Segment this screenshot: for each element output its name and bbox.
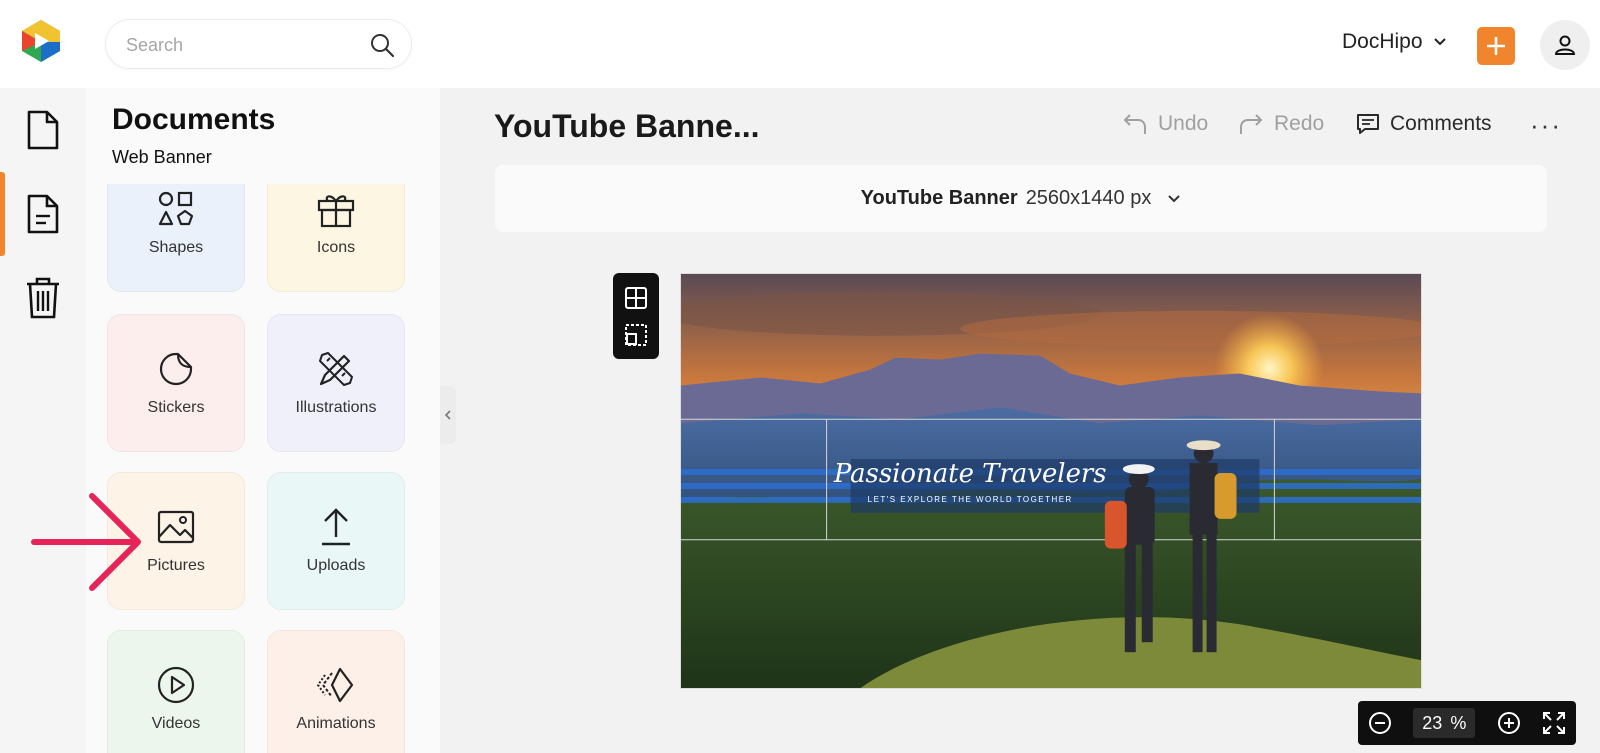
tile-label: Illustrations bbox=[295, 399, 377, 416]
zoom-controls: 23 % bbox=[1358, 701, 1576, 745]
zoom-out-icon[interactable] bbox=[1368, 711, 1392, 735]
tile-stickers[interactable]: Stickers bbox=[107, 314, 245, 452]
user-avatar[interactable] bbox=[1540, 20, 1590, 70]
annotation-arrow-icon bbox=[31, 493, 141, 591]
logo-icon bbox=[22, 20, 60, 62]
workspace-switcher[interactable]: DocHipo bbox=[1342, 30, 1447, 54]
redo-icon bbox=[1240, 114, 1263, 134]
plus-icon bbox=[1487, 37, 1505, 55]
banner-title[interactable]: Passionate Travelers bbox=[833, 459, 1107, 489]
pen-ruler-icon bbox=[319, 352, 353, 386]
panel-title: Documents bbox=[112, 103, 276, 136]
comments-button[interactable]: Comments bbox=[1356, 112, 1492, 136]
tile-label: Videos bbox=[151, 715, 201, 732]
file-text-icon bbox=[27, 194, 59, 234]
rail-item-trash[interactable] bbox=[0, 256, 86, 340]
document-icon bbox=[27, 110, 59, 150]
zoom-unit: % bbox=[1450, 712, 1467, 733]
chevron-down-icon bbox=[1168, 194, 1181, 202]
banner-artwork: Passionate Travelers LET'S EXPLORE THE W… bbox=[681, 274, 1421, 688]
tile-grid: Shapes Icons Stickers Illustrations Pict… bbox=[86, 184, 440, 753]
document-title[interactable]: YouTube Banne... bbox=[494, 108, 759, 145]
tile-label: Icons bbox=[316, 239, 356, 256]
fullscreen-icon[interactable] bbox=[1542, 711, 1566, 735]
zoom-in-icon[interactable] bbox=[1497, 711, 1521, 735]
zoom-level[interactable]: 23 % bbox=[1413, 708, 1476, 738]
editor-workspace: YouTube Banne... Undo Redo Comments ··· … bbox=[440, 88, 1600, 753]
rail-item-new-document[interactable] bbox=[0, 88, 86, 172]
tile-label: Uploads bbox=[306, 557, 366, 574]
redo-button[interactable]: Redo bbox=[1238, 112, 1324, 136]
search-box[interactable] bbox=[105, 19, 412, 69]
canvas-size-selector[interactable]: YouTube Banner 2560x1440 px bbox=[495, 165, 1547, 232]
undo-button[interactable]: Undo bbox=[1122, 112, 1208, 136]
zoom-value: 23 bbox=[1422, 712, 1443, 733]
tile-uploads[interactable]: Uploads bbox=[267, 472, 405, 610]
search-input[interactable] bbox=[126, 32, 356, 58]
comments-label: Comments bbox=[1390, 112, 1492, 135]
tile-animations[interactable]: Animations bbox=[267, 630, 405, 753]
tile-shapes[interactable]: Shapes bbox=[107, 184, 245, 292]
rail-item-documents[interactable] bbox=[0, 172, 86, 256]
left-rail bbox=[0, 88, 86, 753]
chevron-down-icon bbox=[1433, 38, 1446, 46]
sticker-icon bbox=[159, 352, 193, 386]
tile-illustrations[interactable]: Illustrations bbox=[267, 314, 405, 452]
tile-videos[interactable]: Videos bbox=[107, 630, 245, 753]
comment-icon bbox=[1357, 114, 1379, 134]
panel-collapse-handle[interactable] bbox=[440, 386, 456, 444]
grid-icon[interactable] bbox=[624, 286, 648, 310]
tile-label: Pictures bbox=[147, 557, 205, 574]
search-icon[interactable] bbox=[369, 32, 395, 58]
canvas-toolbar bbox=[613, 273, 659, 359]
trash-icon bbox=[27, 277, 59, 319]
tile-icons[interactable]: Icons bbox=[267, 184, 405, 292]
undo-icon bbox=[1123, 114, 1146, 134]
more-options-button[interactable]: ··· bbox=[1530, 110, 1562, 141]
tile-label: Animations bbox=[296, 715, 376, 732]
animation-icon bbox=[316, 667, 354, 703]
shapes-icon bbox=[158, 191, 194, 226]
panel-subtitle: Web Banner bbox=[112, 147, 212, 167]
add-button[interactable] bbox=[1477, 27, 1515, 65]
top-bar: DocHipo bbox=[0, 0, 1600, 88]
dochipo-logo[interactable] bbox=[18, 18, 64, 64]
image-icon bbox=[157, 510, 195, 544]
size-preset-name: YouTube Banner bbox=[860, 187, 1018, 209]
redo-label: Redo bbox=[1274, 112, 1325, 135]
tile-label: Shapes bbox=[148, 239, 204, 256]
undo-label: Undo bbox=[1158, 112, 1209, 135]
gift-icon bbox=[317, 195, 355, 228]
chevron-left-icon bbox=[444, 410, 451, 420]
play-icon bbox=[157, 666, 195, 704]
upload-icon bbox=[322, 508, 350, 546]
banner-tagline[interactable]: LET'S EXPLORE THE WORLD TOGETHER bbox=[868, 495, 1073, 504]
documents-panel: Documents Web Banner Shapes Icons Sticke… bbox=[86, 88, 440, 753]
tile-label: Stickers bbox=[147, 399, 205, 416]
safe-area-icon[interactable] bbox=[624, 323, 648, 347]
workspace-name: DocHipo bbox=[1342, 30, 1423, 53]
user-icon bbox=[1554, 35, 1576, 55]
size-dimensions: 2560x1440 px bbox=[1025, 187, 1152, 209]
canvas-banner[interactable]: Passionate Travelers LET'S EXPLORE THE W… bbox=[680, 273, 1422, 689]
